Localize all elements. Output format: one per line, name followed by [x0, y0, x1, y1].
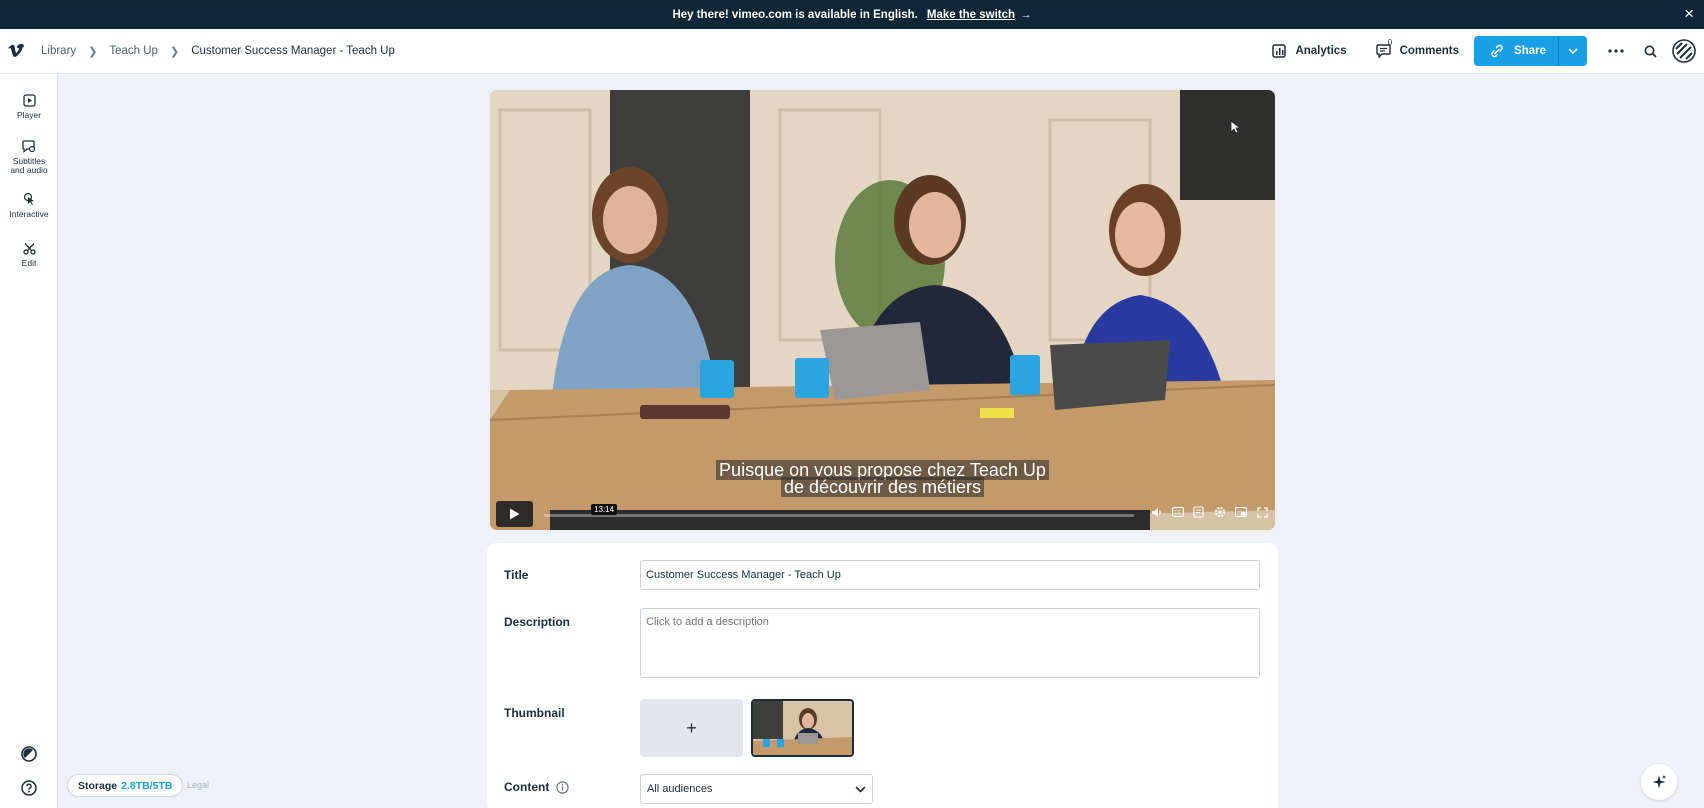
title-input[interactable]	[640, 560, 1260, 590]
contrast-icon	[21, 746, 37, 762]
chevron-right-icon: ❯	[169, 45, 180, 58]
play-icon	[510, 508, 520, 520]
subtitle-line-2: de découvrir des métiers	[780, 477, 985, 497]
sidebar-item-label: Edit	[21, 258, 37, 268]
share-button-group: Share	[1474, 36, 1587, 66]
comments-count: 0	[1387, 38, 1393, 47]
volume-icon[interactable]	[1150, 505, 1164, 519]
legal-link[interactable]: Legal	[187, 780, 209, 790]
thumbnail-image[interactable]	[751, 699, 854, 757]
language-banner: Hey there! vimeo.com is available in Eng…	[0, 0, 1704, 29]
theme-toggle-button[interactable]	[19, 744, 39, 764]
content-rating-value: All audiences	[647, 783, 713, 795]
sidebar-item-label: Player	[16, 110, 42, 120]
ellipsis-icon	[1608, 49, 1624, 53]
sidebar-item-label: Subtitles and audio	[10, 156, 48, 175]
thumbnail-label: Thumbnail	[504, 706, 565, 720]
play-square-icon	[22, 94, 36, 107]
comments-label: Comments	[1399, 45, 1460, 57]
video-progress-bar[interactable]: 13:14	[544, 504, 1134, 517]
breadcrumb-teach-up[interactable]: Teach Up	[109, 45, 158, 57]
sparkle-icon	[1652, 775, 1666, 789]
share-label: Share	[1514, 45, 1546, 57]
breadcrumb-current-video: Customer Success Manager - Teach Up	[191, 45, 395, 57]
sidebar-item-interactive[interactable]: Interactive	[0, 192, 58, 219]
comments-button[interactable]: 0 Comments	[1375, 38, 1460, 58]
add-thumbnail-button[interactable]: +	[640, 699, 743, 757]
help-icon	[21, 780, 37, 796]
share-button[interactable]: Share	[1474, 36, 1558, 66]
breadcrumb: Library ❯ Teach Up ❯ Customer Success Ma…	[41, 45, 395, 58]
play-button[interactable]	[496, 501, 533, 527]
hover-timecode: 13:14	[591, 504, 618, 515]
storage-value: 2.8TB/5TB	[121, 779, 173, 792]
sidebar-item-player[interactable]: Player	[0, 94, 58, 120]
arrow-right-icon: →	[1020, 8, 1032, 21]
chevron-down-icon	[855, 785, 866, 793]
close-banner-icon[interactable]: ×	[1684, 5, 1694, 23]
account-avatar[interactable]	[1667, 34, 1701, 68]
sidebar-item-label: Interactive	[9, 209, 49, 219]
content-label: Content	[504, 780, 569, 794]
share-link-icon	[1491, 44, 1503, 58]
video-details-card: Title Description Thumbnail + Content Al…	[487, 543, 1278, 808]
analytics-icon	[1272, 44, 1287, 58]
title-label: Title	[504, 568, 529, 582]
svg-text:CC: CC	[1174, 510, 1182, 516]
description-label: Description	[504, 615, 571, 629]
content-label-text: Content	[504, 780, 550, 794]
video-player[interactable]: Puisque on vous propose chez Teach Up de…	[490, 90, 1275, 530]
chevron-right-icon: ❯	[88, 45, 98, 58]
analytics-button[interactable]: Analytics	[1272, 44, 1347, 58]
fullscreen-icon[interactable]	[1255, 505, 1269, 519]
ai-assistant-button[interactable]	[1641, 764, 1677, 800]
avatar-icon	[1672, 39, 1696, 63]
search-icon	[1644, 45, 1657, 58]
transcript-icon[interactable]	[1192, 505, 1206, 519]
content-rating-select[interactable]: All audiences	[640, 774, 873, 804]
share-dropdown-button[interactable]	[1558, 36, 1587, 66]
settings-gear-icon[interactable]	[1213, 505, 1227, 519]
video-subtitle: Puisque on vous propose chez Teach Up de…	[490, 460, 1275, 497]
video-controls: 13:14 CC	[490, 498, 1275, 530]
picture-in-picture-icon[interactable]	[1234, 505, 1248, 519]
storage-badge[interactable]: Storage 2.8TB/5TB	[67, 774, 184, 797]
top-header: Library ❯ Teach Up ❯ Customer Success Ma…	[0, 29, 1704, 74]
description-input[interactable]	[640, 608, 1260, 678]
storage-label: Storage	[78, 779, 118, 792]
chevron-down-icon	[1568, 48, 1578, 54]
tap-icon	[23, 192, 34, 205]
make-the-switch-link[interactable]: Make the switch	[927, 9, 1015, 21]
closed-captions-icon[interactable]: CC	[1171, 505, 1185, 519]
info-icon[interactable]	[556, 780, 569, 794]
more-options-button[interactable]	[1599, 34, 1633, 68]
search-button[interactable]	[1633, 34, 1667, 68]
mouse-cursor-icon	[1230, 120, 1242, 139]
breadcrumb-library[interactable]: Library	[41, 45, 76, 57]
banner-message: Hey there! vimeo.com is available in Eng…	[672, 8, 918, 21]
help-button[interactable]	[19, 778, 39, 798]
left-sidebar: Player Subtitles and audio Interactive E…	[0, 74, 58, 808]
sidebar-item-subtitles[interactable]: Subtitles and audio	[0, 140, 58, 175]
scissors-icon	[22, 243, 36, 255]
vimeo-logo[interactable]	[7, 42, 25, 60]
sidebar-item-edit[interactable]: Edit	[0, 242, 58, 268]
subtitles-icon	[22, 140, 36, 153]
analytics-label: Analytics	[1295, 45, 1347, 57]
